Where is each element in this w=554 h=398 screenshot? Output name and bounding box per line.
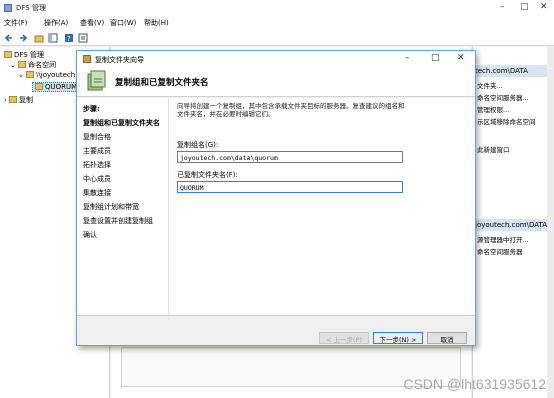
wizard-titlebar: 复制文件夹向导 – □ ✕ [77, 51, 475, 67]
maximize-icon[interactable]: □ [431, 53, 440, 63]
action-item[interactable]: 此新建窗口 [477, 144, 510, 154]
console-tree-icon[interactable] [48, 33, 58, 43]
step-item: 中心成员 [83, 175, 111, 183]
wizard-content: 向导将创建一个复制组，其中包含承载文件夹目标的服务器。复查建议的组名和文件夹名，… [177, 98, 473, 315]
action-item[interactable]: 示区域移除命名空间 [477, 116, 536, 126]
wizard-title: 复制文件夹向导 [95, 56, 144, 64]
menu-action[interactable]: 操作(A) [44, 18, 68, 28]
replicate-folder-wizard: 复制文件夹向导 – □ ✕ 复制组和已复制文件夹名 步骤: 复制组和已复制文件夹… [76, 50, 476, 346]
group-name-label: 复制组名(G): [177, 141, 219, 149]
mmc-title: DFS 管理 [16, 4, 46, 12]
wizard-body: 步骤: 复制组和已复制文件夹名 复制合格 主要成员 拓扑选择 中心成员 集散连接… [77, 98, 475, 315]
action-item[interactable]: 命名空间服务器 [477, 246, 523, 256]
menu-file[interactable]: 文件(F) [4, 18, 28, 28]
action-item[interactable]: 管理权限... [477, 104, 509, 114]
actions-header-folder: joyoutech.com\DATA [473, 219, 554, 231]
close-icon[interactable]: ✕ [540, 2, 548, 12]
app-icon [4, 4, 12, 12]
next-button[interactable]: 下一步(N) > [373, 332, 423, 344]
cancel-button[interactable]: 取消 [427, 332, 467, 344]
step-item: 拓扑选择 [83, 161, 111, 169]
action-item[interactable]: 源管理器中打开... [477, 234, 529, 244]
maximize-icon[interactable]: □ [520, 2, 529, 12]
tree-item-dfs[interactable]: DFS 管理 [4, 50, 44, 60]
vertical-scrollbar[interactable] [547, 47, 554, 398]
step-item: 复制组和已复制文件夹名 [83, 119, 160, 127]
tree-item-quorum[interactable]: QUORUM [32, 82, 81, 92]
tree-item-replication[interactable]: › 复制 [4, 95, 33, 105]
action-item[interactable]: 命名空间服务器... [477, 92, 529, 102]
namespace-root-icon [26, 71, 35, 78]
menubar: 文件(F) 操作(A) 查看(V) 窗口(W) 帮助(H) [0, 16, 554, 30]
step-item: 复制合格 [83, 133, 111, 141]
folder-icon [35, 83, 43, 90]
replication-icon [9, 96, 18, 103]
menu-view[interactable]: 查看(V) [80, 18, 104, 28]
svg-text:?: ? [67, 35, 71, 43]
wizard-header: 复制组和已复制文件夹名 [77, 67, 475, 97]
minimize-icon[interactable]: – [500, 2, 505, 12]
steps-heading: 步骤: [83, 105, 100, 113]
actions-pane: tech.com\DATA 文件夹... 命名空间服务器... 管理权限... … [472, 47, 554, 398]
tree-item-namespace-root[interactable]: ⌄ \\joyoutech. [18, 71, 77, 79]
help-icon[interactable]: ? [64, 33, 74, 43]
back-icon[interactable] [4, 33, 14, 43]
step-item: 集散连接 [83, 189, 111, 197]
intro-text: 向导将创建一个复制组，其中包含承载文件夹目标的服务器。复查建议的组名和文件夹名，… [177, 102, 405, 118]
tree-item-namespaces[interactable]: ⌄ 命名空间 [10, 60, 56, 70]
wizard-icon [83, 55, 91, 63]
close-icon[interactable]: ✕ [457, 53, 465, 63]
toolbar: ? [0, 30, 554, 46]
properties-icon[interactable] [78, 33, 88, 43]
folder-name-label: 已复制文件夹名(F): [177, 171, 238, 179]
actions-header-namespace: tech.com\DATA [473, 65, 554, 77]
step-item: 主要成员 [83, 147, 111, 155]
menu-help[interactable]: 帮助(H) [144, 18, 169, 28]
step-item: 复查设置并创建复制组 [83, 217, 153, 225]
step-item: 复制组计划和带宽 [83, 203, 139, 211]
action-item[interactable]: 文件夹... [477, 80, 503, 90]
previous-button[interactable]: < 上一步(P) [319, 332, 369, 344]
folder-name-field[interactable]: QUORUM [177, 181, 403, 193]
group-name-field[interactable]: joyoutech.com\data\quorum [177, 151, 403, 163]
namespace-icon [18, 61, 27, 68]
menu-window[interactable]: 窗口(W) [110, 18, 136, 28]
replication-wizard-icon [87, 70, 106, 91]
mmc-titlebar: DFS 管理 – □ ✕ [0, 0, 554, 16]
dfs-icon [4, 51, 12, 58]
wizard-footer: < 上一步(P) 下一步(N) > 取消 [77, 315, 475, 345]
folder-icon[interactable] [34, 33, 44, 43]
wizard-steps: 步骤: 复制组和已复制文件夹名 复制合格 主要成员 拓扑选择 中心成员 集散连接… [77, 98, 169, 315]
minimize-icon[interactable]: – [405, 53, 410, 63]
forward-icon[interactable] [18, 33, 28, 43]
watermark-text: CSDN @lht631935612 [403, 376, 546, 392]
step-item: 确认 [83, 231, 97, 239]
wizard-page-title: 复制组和已复制文件夹名 [115, 78, 209, 88]
